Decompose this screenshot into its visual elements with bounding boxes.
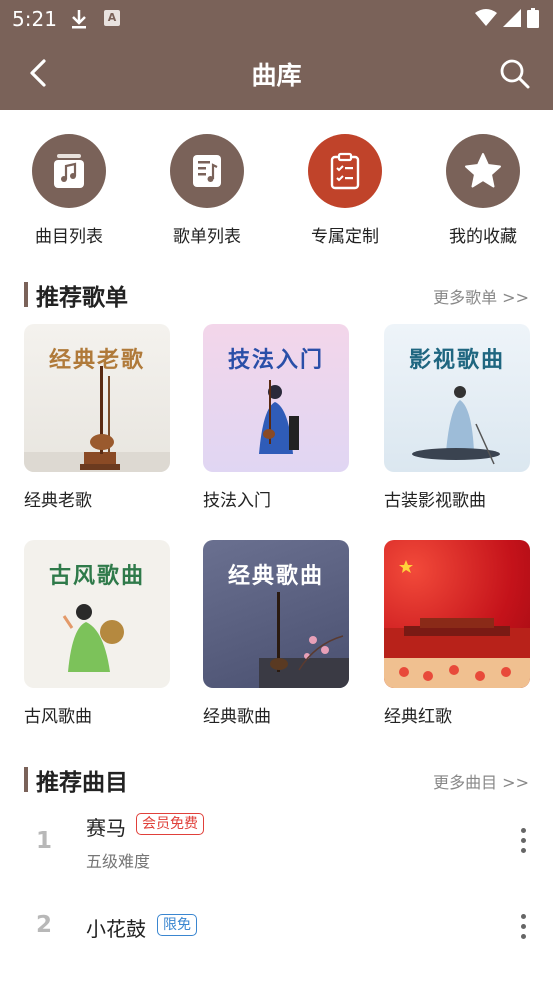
section-accent-bar xyxy=(24,282,28,307)
playlist-name: 技法入门 xyxy=(203,491,271,511)
more-options-icon[interactable] xyxy=(521,828,527,858)
playlist-card[interactable]: 技法入门 技法入门 xyxy=(203,324,349,511)
playlist-cover: 经典老歌 xyxy=(24,324,170,472)
search-icon[interactable] xyxy=(499,58,531,90)
status-bar: 5:21 A xyxy=(0,0,553,38)
songs-section-header: 推荐曲目 更多曲目 >> xyxy=(24,763,529,796)
clipboard-check-icon xyxy=(308,134,382,208)
song-name: 小花鼓 xyxy=(86,917,146,941)
playlist-card[interactable]: 经典红歌 xyxy=(384,540,530,727)
section-accent-bar xyxy=(24,767,28,792)
playlist-list-label: 歌单列表 xyxy=(173,227,241,247)
song-row[interactable]: 1 赛马 会员免费 五级难度 xyxy=(0,806,553,878)
songs-section-title: 推荐曲目 xyxy=(36,770,128,796)
signal-icon xyxy=(503,9,521,31)
battery-icon xyxy=(527,8,539,32)
playlist-name: 经典老歌 xyxy=(24,491,92,511)
download-icon xyxy=(70,8,88,34)
playlists-section-title: 推荐歌单 xyxy=(36,285,128,311)
playlist-cover: 经典歌曲 xyxy=(203,540,349,688)
song-index: 2 xyxy=(36,912,53,938)
playlist-card[interactable]: 古风歌曲 古风歌曲 xyxy=(24,540,170,727)
song-name: 赛马 xyxy=(86,816,126,840)
playlist-cover: 古风歌曲 xyxy=(24,540,170,688)
playlist-name: 古风歌曲 xyxy=(24,707,92,727)
custom-made-button[interactable]: 专属定制 xyxy=(290,134,400,247)
more-songs-link[interactable]: 更多曲目 >> xyxy=(433,769,529,793)
quick-actions: 曲目列表 歌单列表 专属定制 我的收藏 xyxy=(0,134,553,254)
favorites-label: 我的收藏 xyxy=(449,227,517,247)
song-index: 1 xyxy=(36,828,53,854)
track-list-label: 曲目列表 xyxy=(35,227,103,247)
playlist-list-button[interactable]: 歌单列表 xyxy=(152,134,262,247)
favorites-button[interactable]: 我的收藏 xyxy=(428,134,538,247)
playlists-section-header: 推荐歌单 更多歌单 >> xyxy=(24,278,529,311)
custom-made-label: 专属定制 xyxy=(311,227,379,247)
notification-a-icon: A xyxy=(104,10,120,26)
playlist-cover: 影视歌曲 xyxy=(384,324,530,472)
vip-free-badge: 会员免费 xyxy=(136,813,204,835)
song-difficulty: 五级难度 xyxy=(86,852,151,871)
track-list-button[interactable]: 曲目列表 xyxy=(14,134,124,247)
music-note-icon xyxy=(32,134,106,208)
wifi-icon xyxy=(475,9,497,31)
playlist-cover xyxy=(384,540,530,688)
star-icon xyxy=(446,134,520,208)
page-title: 曲库 xyxy=(251,61,302,90)
playlist-card[interactable]: 经典歌曲 经典歌曲 xyxy=(203,540,349,727)
playlist-name: 经典红歌 xyxy=(384,707,452,727)
playlist-icon xyxy=(170,134,244,208)
playlist-card[interactable]: 经典老歌 经典老歌 xyxy=(24,324,170,511)
more-playlists-link[interactable]: 更多歌单 >> xyxy=(433,284,529,308)
status-time: 5:21 xyxy=(12,7,57,31)
playlist-name: 古装影视歌曲 xyxy=(384,491,486,511)
limited-free-badge: 限免 xyxy=(157,914,197,936)
playlist-cover: 技法入门 xyxy=(203,324,349,472)
more-options-icon[interactable] xyxy=(521,914,527,944)
playlist-name: 经典歌曲 xyxy=(203,707,271,727)
song-row[interactable]: 2 小花鼓 限免 xyxy=(0,900,553,960)
app-bar: 曲库 xyxy=(0,38,553,110)
playlist-card[interactable]: 影视歌曲 古装影视歌曲 xyxy=(384,324,530,511)
